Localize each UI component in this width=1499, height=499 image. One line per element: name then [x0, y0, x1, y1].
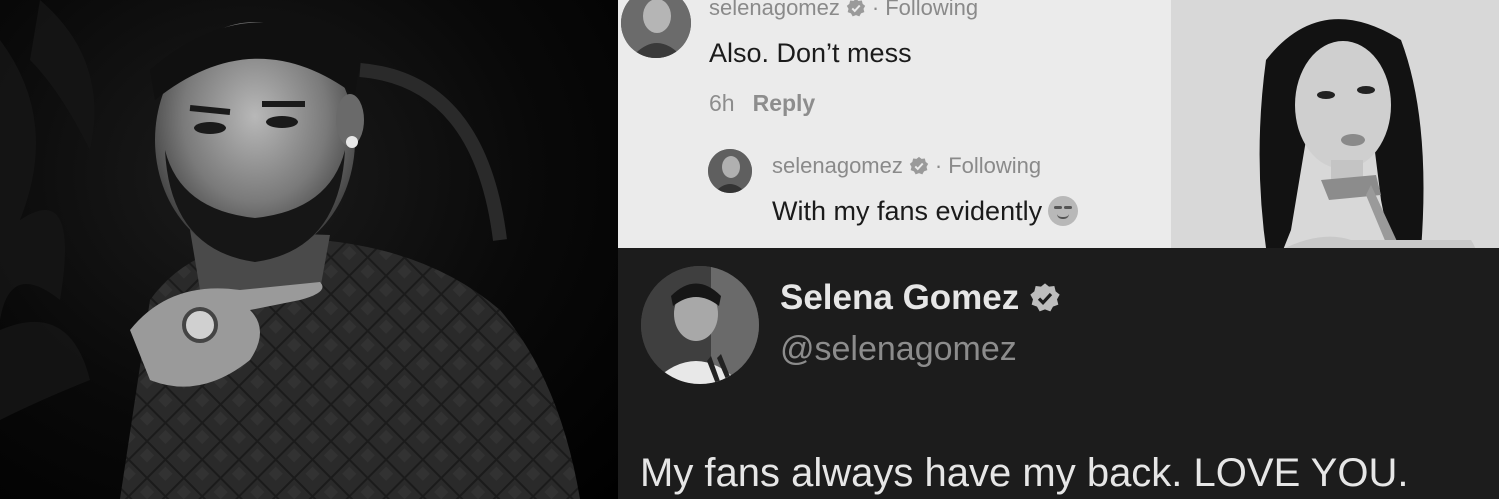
smirking-face-emoji-icon: [1048, 195, 1079, 226]
comment-avatar[interactable]: [621, 0, 691, 58]
reply-text-row: With my fans evidently: [772, 195, 1079, 228]
twitter-post-panel: Selena Gomez @selenagomez My fans always…: [618, 248, 1499, 499]
following-label[interactable]: Following: [885, 0, 978, 21]
profile-handle[interactable]: @selenagomez: [780, 330, 1017, 369]
profile-name-row: Selena Gomez: [780, 278, 1061, 318]
verified-badge-icon: [1030, 283, 1060, 312]
reply-button[interactable]: Reply: [753, 90, 816, 116]
comment-meta: 6h Reply: [709, 90, 815, 117]
avatar-image: [621, 0, 691, 58]
profile-display-name[interactable]: Selena Gomez: [780, 278, 1019, 318]
separator-dot: ·: [934, 153, 943, 178]
comment-text: Also. Don’t mess: [709, 38, 912, 68]
man-photo: [0, 0, 618, 499]
avatar-image: [641, 266, 759, 384]
collage: selenagomez · Following Also. Don’t mess…: [0, 0, 1499, 499]
man-photo-illustration: [0, 0, 580, 499]
comment-username-row: selenagomez · Following: [709, 0, 978, 21]
comment-username[interactable]: selenagomez: [709, 0, 840, 21]
reply-username[interactable]: selenagomez: [772, 153, 903, 179]
tweet-text: My fans always have my back. LOVE YOU.: [640, 451, 1409, 495]
reply-username-row: selenagomez · Following: [772, 153, 1041, 179]
verified-badge-icon: [846, 0, 866, 17]
reply-text: With my fans evidently: [772, 196, 1043, 226]
verified-badge-icon: [909, 156, 929, 175]
separator-dot: ·: [871, 0, 880, 20]
avatar-image: [708, 149, 752, 193]
reply-avatar[interactable]: [708, 149, 752, 193]
following-label[interactable]: Following: [948, 153, 1041, 179]
comment-time: 6h: [709, 90, 735, 116]
instagram-comments-panel: selenagomez · Following Also. Don’t mess…: [618, 0, 1171, 248]
profile-avatar[interactable]: [641, 266, 759, 384]
